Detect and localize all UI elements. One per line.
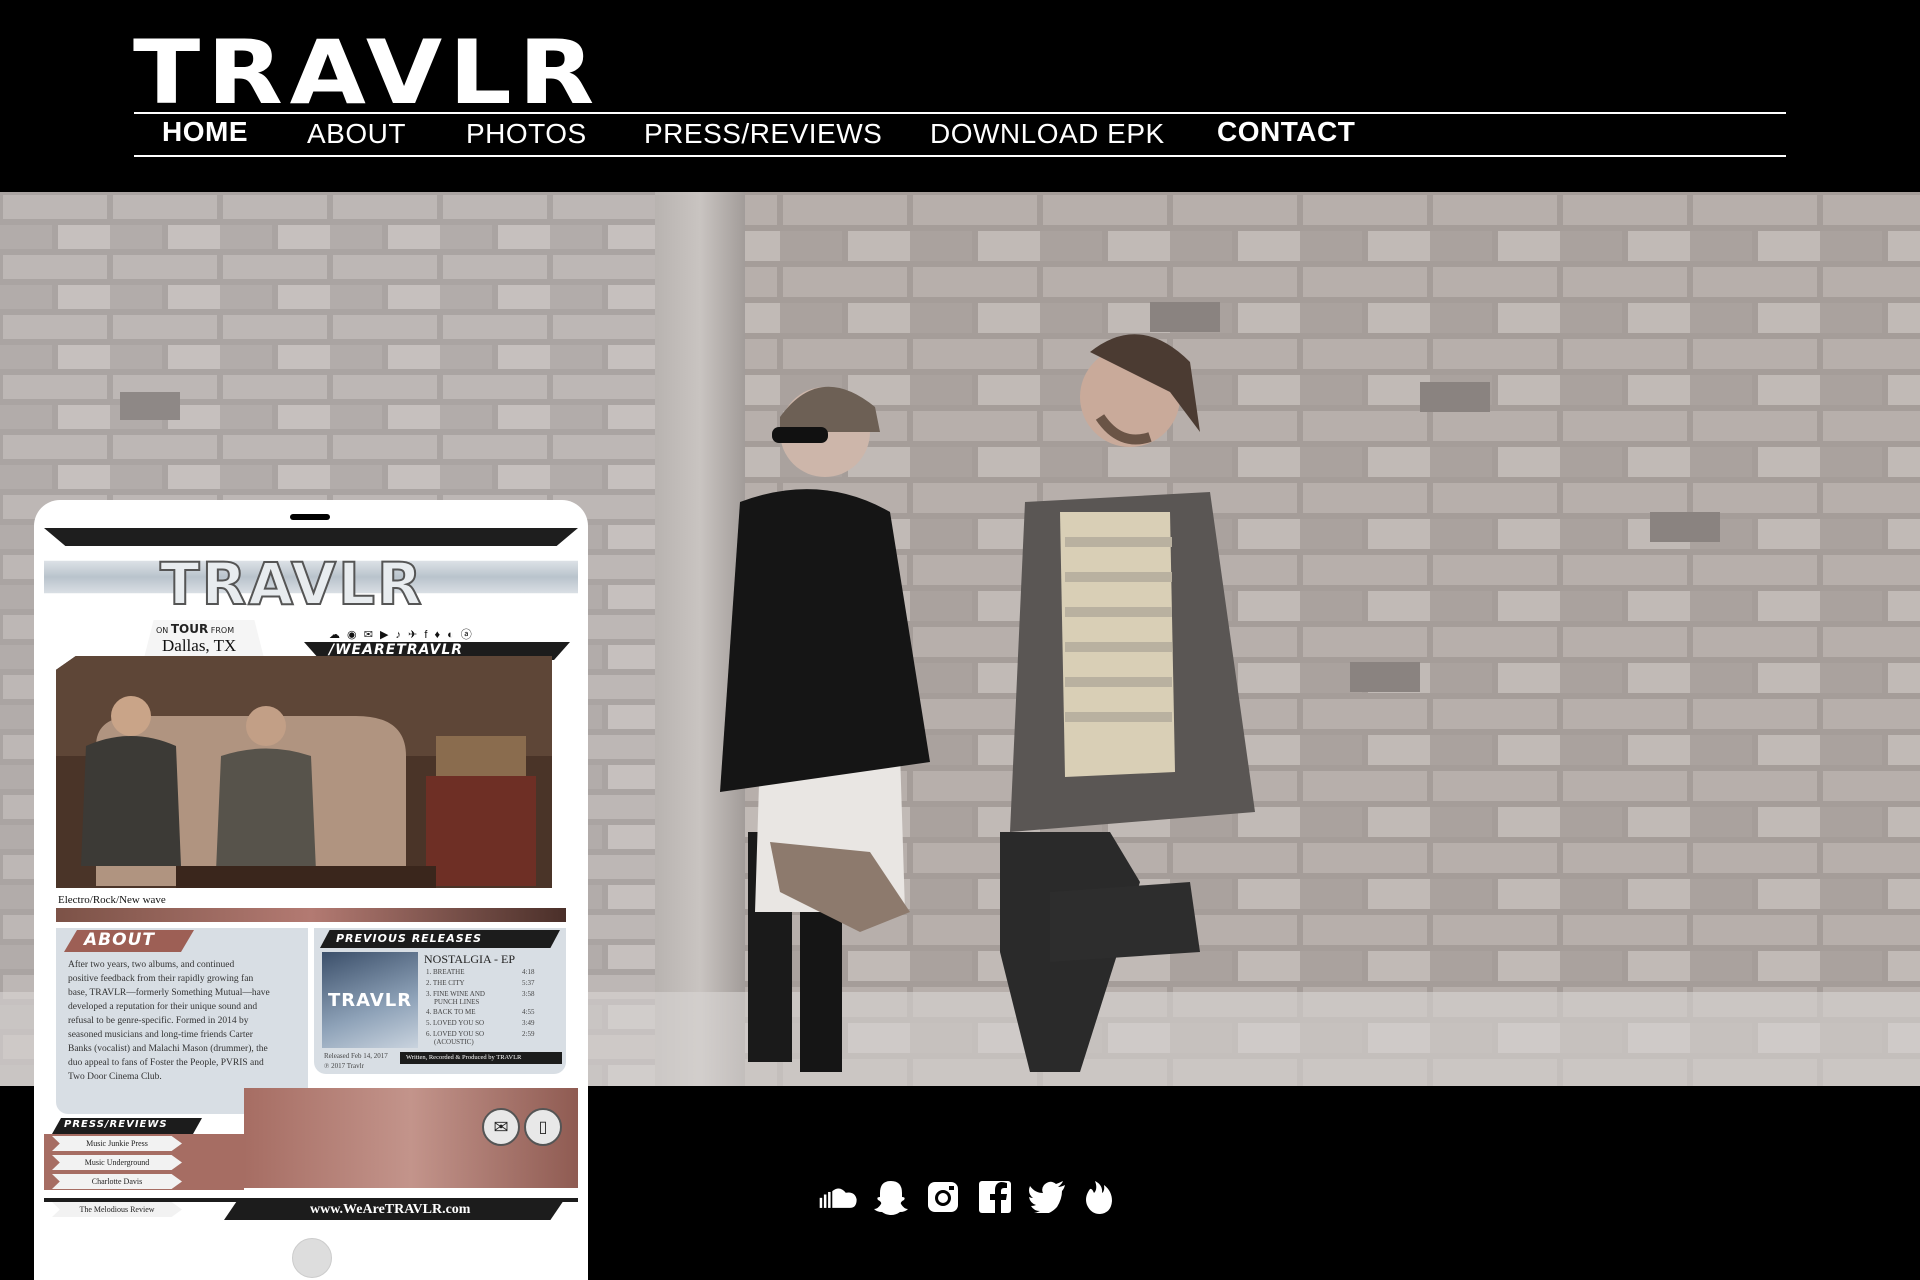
soundcloud-icon[interactable] bbox=[818, 1176, 860, 1218]
epk-tour-from: FROM bbox=[210, 626, 235, 635]
press-item[interactable]: Charlotte Davis bbox=[52, 1174, 182, 1189]
epk-credits: Written, Recorded & Produced by TRAVLR bbox=[406, 1054, 522, 1061]
epk-top-band bbox=[44, 528, 578, 546]
epk-about-line: After two years, two albums, and continu… bbox=[68, 960, 235, 970]
epk-screen: TRAVLR ON TOUR FROM Dallas, TX ☁ ◉ ✉ ▶ ♪… bbox=[44, 528, 578, 1198]
nav-about[interactable]: ABOUT bbox=[307, 118, 406, 150]
epk-tour-line: ON TOUR FROM bbox=[156, 622, 234, 636]
nav-press-reviews[interactable]: PRESS/REVIEWS bbox=[644, 118, 882, 150]
epk-about-line: seasoned musicians and long-time friends… bbox=[68, 1030, 253, 1040]
epk-album-cover-text: TRAVLR bbox=[328, 990, 413, 1011]
epk-tour-word: TOUR bbox=[170, 622, 209, 636]
track-time: 2:59 bbox=[522, 1030, 535, 1038]
nav-home[interactable]: HOME bbox=[162, 116, 248, 148]
epk-tablet-mockup[interactable]: TRAVLR ON TOUR FROM Dallas, TX ☁ ◉ ✉ ▶ ♪… bbox=[34, 500, 588, 1280]
epk-about-heading: ABOUT bbox=[84, 930, 155, 950]
epk-press-heading: PRESS/REVIEWS bbox=[64, 1119, 168, 1130]
epk-genre-bar bbox=[56, 908, 566, 922]
epk-about-line: developed a reputation for their unique … bbox=[68, 1002, 258, 1012]
epk-website[interactable]: www.WeAreTRAVLR.com bbox=[310, 1202, 470, 1218]
track-name: 3. FINE WINE AND bbox=[426, 990, 485, 998]
track-time: 4:55 bbox=[522, 1008, 535, 1016]
press-item[interactable]: The Melodious Review bbox=[52, 1202, 182, 1217]
instagram-icon[interactable] bbox=[922, 1176, 964, 1218]
epk-mail-icon[interactable]: ✉ bbox=[482, 1108, 520, 1146]
epk-copyright: ℗ 2017 Travlr bbox=[324, 1062, 364, 1070]
epk-about-line: Banks (vocalist) and Malachi Mason (drum… bbox=[68, 1044, 268, 1054]
epk-genre: Electro/Rock/New wave bbox=[58, 894, 166, 906]
track-name: 1. BREATHE bbox=[426, 968, 465, 976]
main-nav: HOME ABOUT PHOTOS PRESS/REVIEWS DOWNLOAD… bbox=[134, 112, 1786, 156]
track-time: 3:58 bbox=[522, 990, 535, 998]
epk-about-line: Two Door Cinema Club. bbox=[68, 1072, 162, 1082]
epk-about-line: positive feedback from their rapidly gro… bbox=[68, 974, 254, 984]
epk-handle: /WEARETRAVLR bbox=[329, 642, 464, 658]
nav-contact[interactable]: CONTACT bbox=[1217, 116, 1355, 148]
track-name: 4. BACK TO ME bbox=[426, 1008, 476, 1016]
epk-album-cover: TRAVLR bbox=[322, 952, 418, 1048]
track-name: 2. THE CITY bbox=[426, 979, 465, 987]
epk-album-title: NOSTALGIA - EP bbox=[424, 952, 516, 966]
epk-tour-on: ON bbox=[156, 626, 169, 635]
epk-location: Dallas, TX bbox=[162, 636, 237, 655]
track-time: 4:18 bbox=[522, 968, 535, 976]
track-name: (ACOUSTIC) bbox=[434, 1038, 474, 1046]
track-time: 3:49 bbox=[522, 1019, 535, 1027]
epk-about-line: duo appeal to fans of Foster the People,… bbox=[68, 1058, 264, 1068]
epk-logo: TRAVLR bbox=[159, 549, 424, 619]
epk-releases-heading: PREVIOUS RELEASES bbox=[336, 932, 483, 945]
press-item[interactable]: Music Underground bbox=[52, 1155, 182, 1170]
epk-about-line: refusal to be genre-specific. Formed in … bbox=[68, 1016, 249, 1026]
track-name: 6. LOVED YOU SO bbox=[426, 1030, 485, 1038]
tablet-home-button[interactable] bbox=[292, 1238, 332, 1278]
twitter-icon[interactable] bbox=[1026, 1176, 1068, 1218]
nav-download-epk[interactable]: DOWNLOAD EPK bbox=[930, 118, 1165, 150]
epk-band-photo bbox=[56, 656, 552, 888]
epk-phone-icon[interactable]: ▯ bbox=[524, 1108, 562, 1146]
tinder-flame-icon[interactable] bbox=[1078, 1176, 1120, 1218]
epk-release-date: Released Feb 14, 2017 bbox=[324, 1052, 388, 1060]
social-links bbox=[818, 1176, 1120, 1218]
nav-photos[interactable]: PHOTOS bbox=[466, 118, 587, 150]
snapchat-icon[interactable] bbox=[870, 1176, 912, 1218]
facebook-icon[interactable] bbox=[974, 1176, 1016, 1218]
epk-about-line: base, TRAVLR—formerly Something Mutual—h… bbox=[68, 988, 270, 998]
site-logo[interactable]: TRAVLR bbox=[133, 29, 601, 117]
epk-mini-social-icons: ☁ ◉ ✉ ▶ ♪ ✈ f ♦ ◐ ⓐ bbox=[329, 629, 474, 641]
tablet-speaker bbox=[290, 514, 330, 520]
track-name: PUNCH LINES bbox=[434, 998, 480, 1006]
press-item[interactable]: Music Junkie Press bbox=[52, 1136, 182, 1151]
track-name: 5. LOVED YOU SO bbox=[426, 1019, 485, 1027]
track-time: 5:37 bbox=[522, 979, 535, 987]
